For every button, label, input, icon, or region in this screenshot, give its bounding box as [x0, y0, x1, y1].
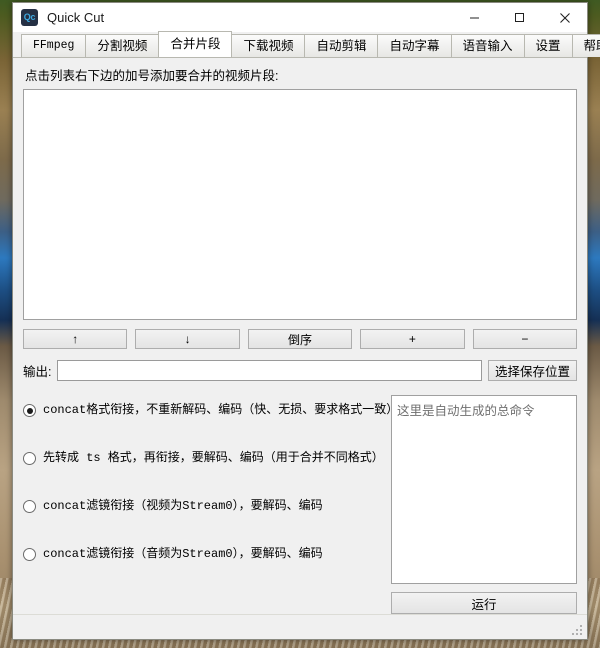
options-and-command: concat格式衔接，不重新解码、编码（快、无损、要求格式一致） 先转成 ts … — [23, 395, 577, 614]
minimize-button[interactable] — [452, 3, 497, 32]
file-list[interactable] — [23, 89, 577, 320]
command-panel: 运行 — [391, 395, 577, 614]
tab-help[interactable]: 帮助 — [571, 34, 600, 57]
option-label-ts-convert: 先转成 ts 格式，再衔接，要解码、编码（用于合并不同格式） — [43, 451, 384, 465]
window-controls — [452, 3, 587, 32]
tab-auto-subtitle[interactable]: 自动字幕 — [377, 34, 452, 57]
tab-ffmpeg[interactable]: FFmpeg — [21, 34, 87, 57]
tab-auto-edit[interactable]: 自动剪辑 — [304, 34, 379, 57]
remove-file-button[interactable]: − — [472, 329, 578, 349]
move-up-button[interactable]: ↑ — [23, 329, 128, 349]
choose-save-location-button[interactable]: 选择保存位置 — [487, 360, 577, 381]
radio-icon-concat-filter-video[interactable] — [23, 500, 36, 513]
app-window: Qc Quick Cut FFmpeg 分割视频 合并片段 下载视频 自动剪辑 … — [12, 2, 600, 640]
instruction-text: 点击列表右下边的加号添加要合并的视频片段: — [25, 69, 279, 83]
tab-voice-input[interactable]: 语音输入 — [450, 34, 525, 57]
app-icon: Qc — [21, 9, 38, 26]
list-action-buttons: ↑ ↓ 倒序 + − — [23, 329, 578, 349]
generated-command-textarea[interactable] — [391, 395, 577, 584]
reverse-order-button[interactable]: 倒序 — [247, 329, 353, 349]
radio-icon-concat-format[interactable] — [23, 404, 36, 417]
option-ts-convert[interactable]: 先转成 ts 格式，再衔接，要解码、编码（用于合并不同格式） — [23, 451, 391, 499]
option-label-concat-filter-video: concat滤镜衔接（视频为Stream0），要解码、编码 — [43, 499, 323, 513]
window-title: Quick Cut — [47, 10, 105, 25]
tab-split-video[interactable]: 分割视频 — [85, 34, 160, 57]
title-bar[interactable]: Qc Quick Cut — [13, 3, 587, 32]
add-file-button[interactable]: + — [360, 329, 465, 349]
tab-bar: FFmpeg 分割视频 合并片段 下载视频 自动剪辑 自动字幕 语音输入 设置 … — [13, 31, 600, 58]
output-label: 输出: — [23, 365, 52, 379]
tab-settings[interactable]: 设置 — [523, 34, 573, 57]
tab-merge-clips[interactable]: 合并片段 — [158, 31, 233, 57]
option-concat-filter-video[interactable]: concat滤镜衔接（视频为Stream0），要解码、编码 — [23, 499, 391, 547]
run-button[interactable]: 运行 — [391, 592, 577, 614]
radio-icon-ts-convert[interactable] — [23, 452, 36, 465]
merge-mode-options: concat格式衔接，不重新解码、编码（快、无损、要求格式一致） 先转成 ts … — [23, 395, 398, 614]
output-row: 输出: 选择保存位置 — [23, 360, 577, 381]
close-button[interactable] — [542, 3, 587, 32]
output-path-input[interactable] — [57, 360, 482, 381]
tab-download-video[interactable]: 下载视频 — [231, 34, 306, 57]
move-down-button[interactable]: ↓ — [135, 329, 240, 349]
maximize-button[interactable] — [497, 3, 542, 32]
option-concat-filter-audio[interactable]: concat滤镜衔接（音频为Stream0），要解码、编码 — [23, 547, 391, 595]
radio-icon-concat-filter-audio[interactable] — [23, 548, 36, 561]
option-concat-format[interactable]: concat格式衔接，不重新解码、编码（快、无损、要求格式一致） — [23, 403, 398, 451]
resize-grip[interactable] — [572, 625, 584, 637]
option-label-concat-format: concat格式衔接，不重新解码、编码（快、无损、要求格式一致） — [43, 403, 399, 417]
status-bar — [13, 614, 587, 639]
option-label-concat-filter-audio: concat滤镜衔接（音频为Stream0），要解码、编码 — [43, 547, 323, 561]
merge-clips-panel: 点击列表右下边的加号添加要合并的视频片段: ↑ ↓ 倒序 + − 输出: 选择保… — [13, 58, 587, 614]
